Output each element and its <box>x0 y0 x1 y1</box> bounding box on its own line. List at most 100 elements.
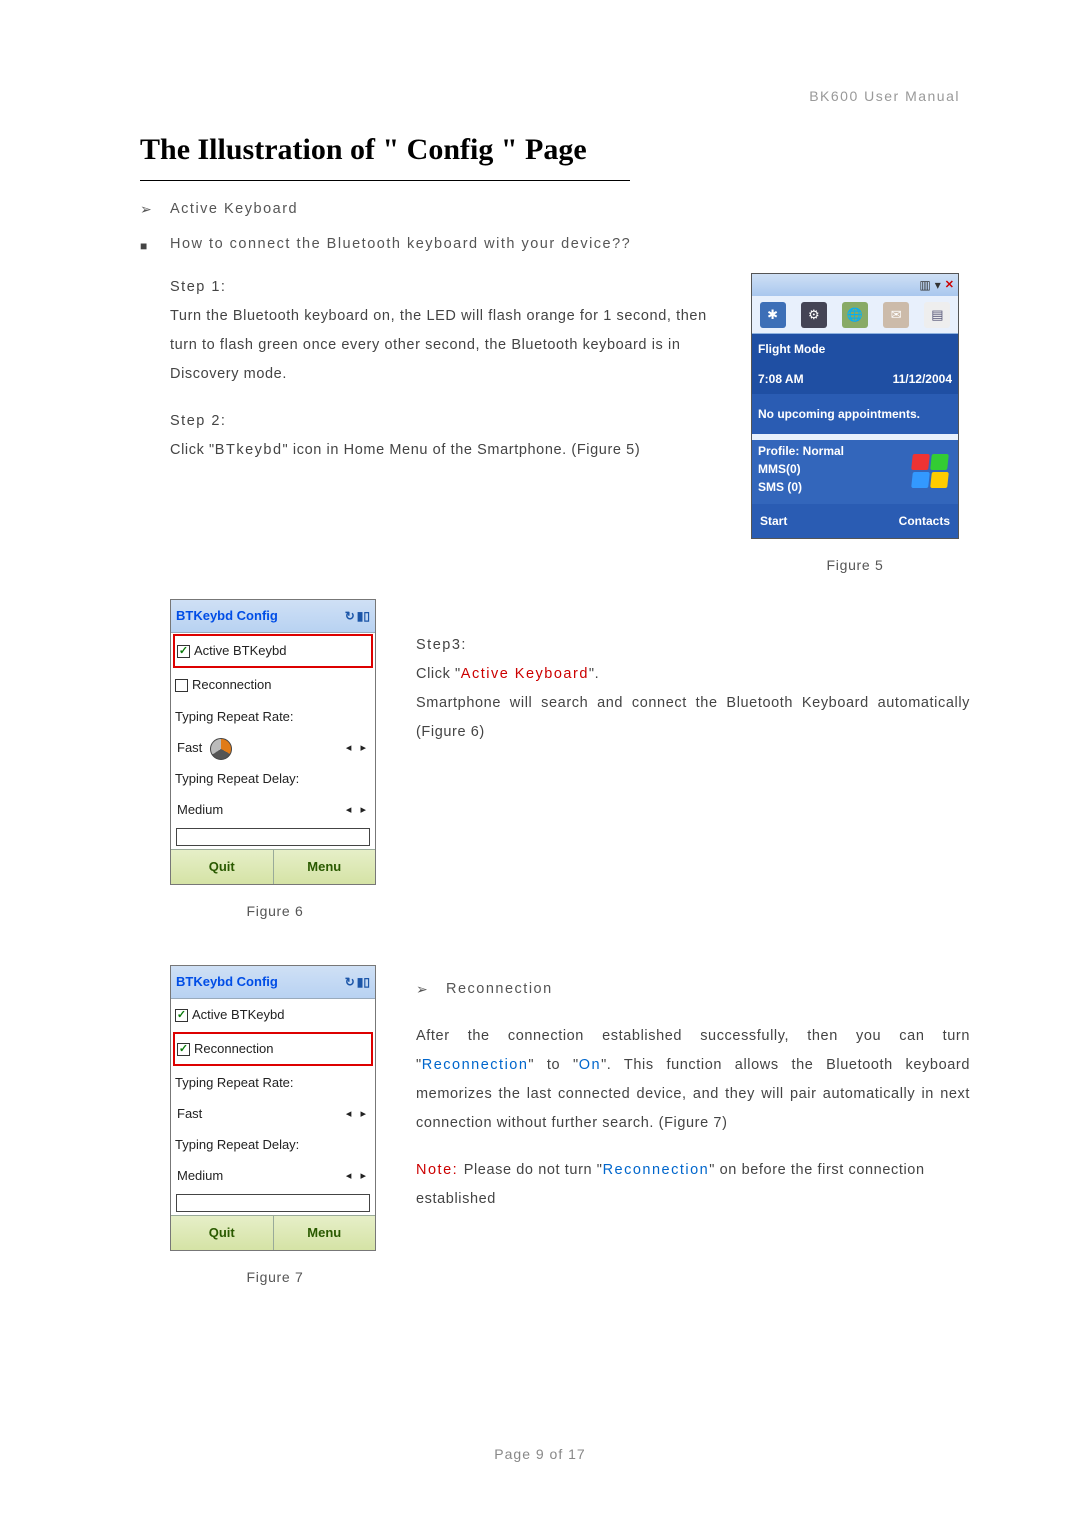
rate-value: Fast <box>177 735 232 761</box>
document-page: BK600 User Manual The Illustration of " … <box>0 0 1080 1528</box>
softkey-contacts: Contacts <box>899 509 950 533</box>
btkeybd-config-screenshot-fig6: BTKeybd Config ↻▮▯ ✓ Active BTKeybd Reco… <box>170 599 376 885</box>
text: " to " <box>528 1057 578 1073</box>
rate-value-row: Fast ◂ ▸ <box>171 1099 375 1129</box>
active-btkeybd-label: Active BTKeybd <box>194 638 287 664</box>
rate-value: Fast <box>177 1101 202 1127</box>
step1-label: Step 1: <box>170 273 720 302</box>
steps-column: Step 1: Turn the Bluetooth keyboard on, … <box>140 273 720 579</box>
checkbox-checked-icon: ✓ <box>177 645 190 658</box>
figure6-caption: Figure 6 <box>170 897 380 925</box>
delay-value: Medium <box>177 1163 223 1189</box>
square-icon: ■ <box>140 230 170 258</box>
cfg-input-box <box>176 1194 370 1212</box>
btkeybd-config-screenshot-fig7: BTKeybd Config ↻▮▯ ✓ Active BTKeybd ✓ Re… <box>170 965 376 1251</box>
softkey-quit: Quit <box>171 850 274 884</box>
reconnection-term: Reconnection <box>603 1162 710 1178</box>
sync-icon: ↻ <box>345 604 355 628</box>
sms-row: SMS (0) <box>758 478 844 496</box>
checkbox-checked-icon: ✓ <box>177 1043 190 1056</box>
figure7-caption: Figure 7 <box>170 1263 380 1291</box>
reconnection-row-highlighted: ✓ Reconnection <box>173 1032 373 1066</box>
step2-body: Click "BTkeybd" icon in Home Menu of the… <box>170 436 720 465</box>
step3-body: Smartphone will search and connect the B… <box>416 689 970 747</box>
cfg-title-text: BTKeybd Config <box>176 603 278 629</box>
delay-value-row: Medium ◂ ▸ <box>171 795 375 825</box>
softkey-menu: Menu <box>274 850 376 884</box>
active-btkeybd-row-highlighted: ✓ Active BTKeybd <box>173 634 373 668</box>
phone-statusbar: ▥ ▾ ✕ <box>752 274 958 296</box>
rate-value-row: Fast ◂ ▸ <box>171 733 375 763</box>
bluetooth-icon: ✱ <box>760 302 786 328</box>
figure5-column: ▥ ▾ ✕ ✱ ⚙ 🌐 ✉ ▤ Flight Mode 7:08 AM 11/1… <box>740 273 970 579</box>
mail-icon: ✉ <box>883 302 909 328</box>
text: Please do not turn " <box>464 1162 603 1178</box>
text: " icon in Home Menu of the Smartphone. (… <box>283 442 641 458</box>
signal-bars-icon: ▮▯ <box>357 604 370 628</box>
phone-time: 7:08 AM <box>758 367 804 391</box>
cfg-softkeys: Quit Menu <box>171 1215 375 1250</box>
active-keyboard-term: Active Keyboard <box>461 666 589 682</box>
flight-mode-row: Flight Mode <box>752 334 958 364</box>
delay-label: Typing Repeat Delay: <box>171 1129 375 1161</box>
reconnection-term: Reconnection <box>422 1057 529 1073</box>
bullet-text: Reconnection <box>446 975 970 1004</box>
delay-label: Typing Repeat Delay: <box>171 763 375 795</box>
signal-icon: ▾ <box>935 273 941 297</box>
gear-icon: ⚙ <box>801 302 827 328</box>
busy-spinner-icon <box>210 738 232 760</box>
reconnection-column: ➢ Reconnection After the connection esta… <box>416 965 970 1214</box>
cfg-titlebar: BTKeybd Config ↻▮▯ <box>171 966 375 999</box>
active-btkeybd-row: ✓ Active BTKeybd <box>171 999 375 1031</box>
delay-value-row: Medium ◂ ▸ <box>171 1161 375 1191</box>
arrow-icon: ➢ <box>140 195 170 223</box>
cfg-softkeys: Quit Menu <box>171 849 375 884</box>
cfg-title-text: BTKeybd Config <box>176 969 278 995</box>
bullet-active-keyboard: ➢ Active Keyboard <box>140 195 970 224</box>
reconnection-note: Note: Please do not turn "Reconnection" … <box>416 1156 970 1214</box>
cfg-sys-icons: ↻▮▯ <box>345 604 370 628</box>
bullet-text: Active Keyboard <box>170 195 970 224</box>
bullet-howto: ■ How to connect the Bluetooth keyboard … <box>140 230 970 259</box>
phone-icon-row: ✱ ⚙ 🌐 ✉ ▤ <box>752 296 958 334</box>
softkey-quit: Quit <box>171 1216 274 1250</box>
rate-label: Typing Repeat Rate: <box>171 701 375 733</box>
step3-column: Step3: Click "Active Keyboard". Smartpho… <box>416 599 970 747</box>
mms-row: MMS(0) <box>758 460 844 478</box>
text: Click " <box>170 442 215 458</box>
text: Fast <box>177 740 202 755</box>
cfg-input-box <box>176 828 370 846</box>
left-right-arrows-icon: ◂ ▸ <box>346 737 369 759</box>
figure5-caption: Figure 5 <box>740 551 970 579</box>
left-right-arrows-icon: ◂ ▸ <box>346 1165 369 1187</box>
smartphone-home-screenshot: ▥ ▾ ✕ ✱ ⚙ 🌐 ✉ ▤ Flight Mode 7:08 AM 11/1… <box>751 273 959 539</box>
step3-click-line: Click "Active Keyboard". <box>416 660 970 689</box>
phone-date: 11/12/2004 <box>893 367 952 391</box>
page-title: The Illustration of " Config " Page <box>140 120 630 181</box>
btkeybd-term: BTkeybd <box>215 442 283 458</box>
profile-row: Profile: Normal <box>758 442 844 460</box>
header-manual: BK600 User Manual <box>809 82 960 110</box>
on-term: On <box>579 1057 601 1073</box>
rate-label: Typing Repeat Rate: <box>171 1067 375 1099</box>
profile-lines: Profile: Normal MMS(0) SMS (0) <box>758 442 844 496</box>
active-btkeybd-label: Active BTKeybd <box>192 1002 285 1028</box>
left-right-arrows-icon: ◂ ▸ <box>346 799 369 821</box>
windows-flag-icon <box>912 454 950 490</box>
app-icon: ▤ <box>924 302 950 328</box>
time-date-row: 7:08 AM 11/12/2004 <box>752 364 958 394</box>
step3-label: Step3: <box>416 631 970 660</box>
delay-value: Medium <box>177 797 223 823</box>
softkey-menu: Menu <box>274 1216 376 1250</box>
left-right-arrows-icon: ◂ ▸ <box>346 1103 369 1125</box>
appointments-row: No upcoming appointments. <box>752 394 958 434</box>
softkey-start: Start <box>760 509 787 533</box>
globe-icon: 🌐 <box>842 302 868 328</box>
figure7-wrap: BTKeybd Config ↻▮▯ ✓ Active BTKeybd ✓ Re… <box>170 965 380 1291</box>
battery-icon: ▥ <box>919 273 930 297</box>
bullet-text: How to connect the Bluetooth keyboard wi… <box>170 230 970 259</box>
phone-softkeys: Start Contacts <box>752 504 958 538</box>
text: ". <box>589 666 599 682</box>
bullet-reconnection: ➢ Reconnection <box>416 975 970 1004</box>
reconnection-paragraph: After the connection established success… <box>416 1022 970 1138</box>
